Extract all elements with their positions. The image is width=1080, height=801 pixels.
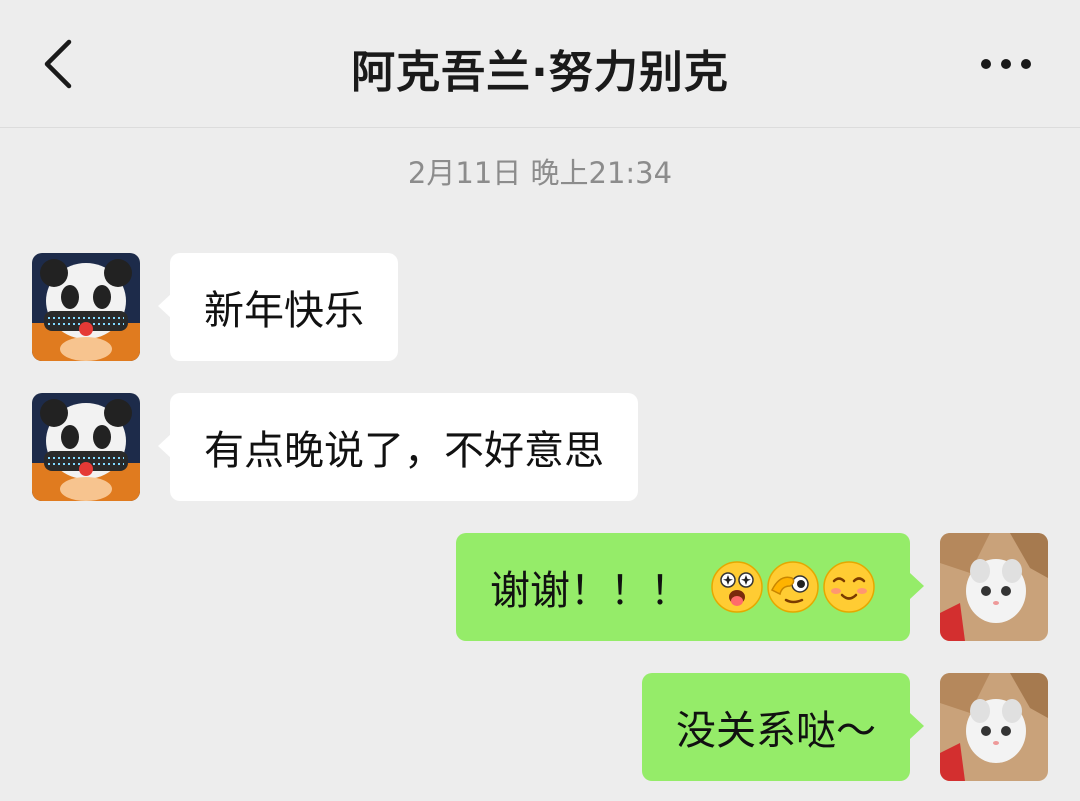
more-dots-icon	[981, 59, 1031, 69]
message-row-incoming: 新年快乐	[0, 253, 1080, 361]
message-row-incoming: 有点晚说了，不好意思	[0, 393, 1080, 501]
message-row-outgoing: 谢谢！！！	[0, 533, 1080, 641]
chat-header: 阿克吾兰·努力别克	[0, 0, 1080, 128]
message-text: 谢谢！！！	[490, 568, 690, 614]
emoji-group	[710, 560, 876, 614]
bubble-tail	[910, 713, 924, 739]
message-bubble[interactable]: 谢谢！！！	[456, 533, 910, 641]
blushing-smile-emoji	[823, 561, 875, 613]
message-row-outgoing: 没关系哒～	[0, 673, 1080, 781]
my-avatar[interactable]	[940, 533, 1048, 641]
message-timestamp: 2月11日 晚上21:34	[407, 156, 673, 190]
message-bubble[interactable]: 没关系哒～	[642, 673, 910, 781]
my-avatar[interactable]	[940, 673, 1048, 781]
message-text: 有点晚说了，不好意思	[204, 428, 604, 474]
message-text: 没关系哒～	[676, 708, 876, 754]
message-bubble[interactable]: 有点晚说了，不好意思	[170, 393, 638, 501]
chat-screen: 阿克吾兰·努力别克 2月11日 晚上21:34 新年快乐 有点晚说了，不好意思 …	[0, 0, 1080, 801]
contact-avatar[interactable]	[32, 393, 140, 501]
ok-hand-eye-emoji	[767, 561, 819, 613]
more-button[interactable]	[976, 44, 1036, 84]
contact-avatar[interactable]	[32, 253, 140, 361]
message-text: 新年快乐	[204, 288, 364, 334]
bubble-tail	[910, 573, 924, 599]
message-bubble[interactable]: 新年快乐	[170, 253, 398, 361]
chat-title: 阿克吾兰·努力别克	[351, 47, 729, 98]
starstruck-tongue-emoji	[711, 561, 763, 613]
